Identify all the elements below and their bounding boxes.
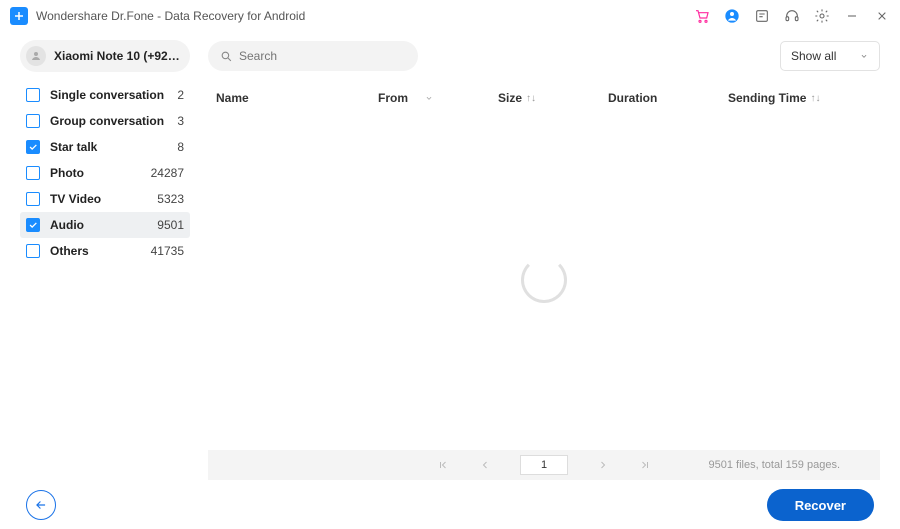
filter-count: 2 [177,88,184,102]
user-icon[interactable] [724,8,740,24]
showall-dropdown[interactable]: Show all [780,41,880,71]
chevron-down-icon [859,51,869,61]
filter-list: Single conversation 2 Group conversation 3 S… [20,82,190,264]
filter-label: Single conversation [50,88,164,102]
device-name: Xiaomi Note 10 (+92315… [54,49,184,63]
settings-icon[interactable] [814,8,830,24]
pager-last-icon[interactable] [638,458,652,472]
checkbox[interactable] [26,140,40,154]
column-name[interactable]: Name [208,91,378,105]
table-header: Name From Size ↑↓ Duration Sending Time … [208,82,880,110]
chevron-down-icon [424,93,434,103]
pager-first-icon[interactable] [436,458,450,472]
sidebar-item[interactable]: Single conversation 2 [20,82,190,108]
search-input[interactable] [239,49,406,63]
sidebar-item[interactable]: Star talk 8 [20,134,190,160]
checkbox[interactable] [26,114,40,128]
avatar-icon [26,46,46,66]
minimize-icon[interactable] [844,8,860,24]
filter-label: Audio [50,218,84,232]
checkbox[interactable] [26,244,40,258]
checkbox[interactable] [26,166,40,180]
sidebar-item[interactable]: Others 41735 [20,238,190,264]
footer: Recover [0,481,900,529]
pager-bar: 9501 files, total 159 pages. [208,450,880,480]
app-title: Wondershare Dr.Fone - Data Recovery for … [36,9,305,23]
checkbox[interactable] [26,88,40,102]
filter-label: Group conversation [50,114,164,128]
sort-icon: ↑↓ [810,93,820,104]
sidebar-item[interactable]: Audio 9501 [20,212,190,238]
page-input[interactable] [520,455,568,475]
search-icon [220,50,233,63]
device-selector[interactable]: Xiaomi Note 10 (+92315… [20,40,190,72]
pager-prev-icon[interactable] [478,458,492,472]
close-icon[interactable] [874,8,890,24]
titlebar: Wondershare Dr.Fone - Data Recovery for … [0,0,900,32]
cart-icon[interactable] [694,8,710,24]
back-button[interactable] [26,490,56,520]
recover-button[interactable]: Recover [767,489,874,521]
app-logo [10,7,28,25]
pager-status: 9501 files, total 159 pages. [709,459,840,471]
sidebar-item[interactable]: TV Video 5323 [20,186,190,212]
filter-count: 3 [177,114,184,128]
column-sending[interactable]: Sending Time ↑↓ [728,91,880,105]
sidebar-item[interactable]: Group conversation 3 [20,108,190,134]
support-icon[interactable] [784,8,800,24]
filter-label: Others [50,244,89,258]
filter-label: TV Video [50,192,101,206]
filter-count: 5323 [157,192,184,206]
filter-label: Photo [50,166,84,180]
showall-label: Show all [791,49,836,63]
search-box[interactable] [208,41,418,71]
sidebar-item[interactable]: Photo 24287 [20,160,190,186]
filter-count: 41735 [151,244,184,258]
feedback-icon[interactable] [754,8,770,24]
filter-label: Star talk [50,140,97,154]
loading-spinner [521,257,567,303]
sidebar: Xiaomi Note 10 (+92315… Single conversat… [20,40,190,480]
filter-count: 9501 [157,218,184,232]
sort-icon: ↑↓ [526,93,536,104]
checkbox[interactable] [26,218,40,232]
column-from[interactable]: From [378,91,498,105]
filter-count: 8 [177,140,184,154]
column-size[interactable]: Size ↑↓ [498,91,608,105]
table-body [208,110,880,450]
checkbox[interactable] [26,192,40,206]
column-duration[interactable]: Duration [608,91,728,105]
pager-next-icon[interactable] [596,458,610,472]
filter-count: 24287 [151,166,184,180]
